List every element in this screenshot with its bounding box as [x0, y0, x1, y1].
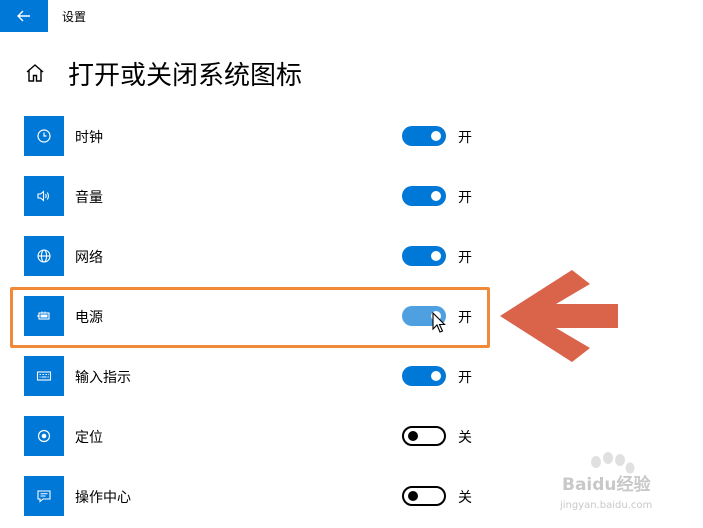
toggle-knob — [431, 251, 441, 261]
toggle-state: 开 — [458, 250, 472, 266]
setting-label: 网络 — [75, 250, 103, 266]
clock-toggle[interactable] — [402, 126, 446, 146]
window-title: 设置 — [62, 10, 87, 24]
highlight-box — [10, 287, 490, 348]
title-bar: 设置 — [0, 0, 703, 32]
volume-icon — [24, 176, 64, 216]
setting-label: 输入指示 — [75, 370, 131, 386]
setting-label: 时钟 — [75, 130, 103, 146]
annotation-arrow-icon — [500, 270, 618, 362]
toggle-knob — [408, 431, 418, 441]
keyboard-icon — [24, 356, 64, 396]
input-indicator-toggle[interactable] — [402, 366, 446, 386]
toggle-state: 关 — [458, 490, 472, 506]
toggle-knob — [431, 191, 441, 201]
action-center-icon — [24, 476, 64, 516]
toggle-knob — [431, 131, 441, 141]
setting-row-volume: 音量 开 — [24, 176, 484, 216]
toggle-state: 开 — [458, 190, 472, 206]
toggle-state: 关 — [458, 430, 472, 446]
setting-row-location: 定位 关 — [24, 416, 484, 456]
watermark-url: jingyan.baidu.com — [560, 500, 653, 511]
setting-label: 操作中心 — [75, 490, 131, 506]
toggle-knob — [431, 371, 441, 381]
settings-page: 设置 打开或关闭系统图标 时钟 开 音量 开 网络 开 电源 开 输入指示 开 … — [0, 0, 703, 528]
toggle-knob — [408, 491, 418, 501]
setting-row-action-center: 操作中心 关 — [24, 476, 484, 516]
page-title: 打开或关闭系统图标 — [68, 61, 303, 91]
network-toggle[interactable] — [402, 246, 446, 266]
action-center-toggle[interactable] — [402, 486, 446, 506]
setting-row-input-indicator: 输入指示 开 — [24, 356, 484, 396]
home-icon[interactable] — [24, 62, 46, 84]
setting-label: 定位 — [75, 430, 103, 446]
setting-row-clock: 时钟 开 — [24, 116, 484, 156]
clock-icon — [24, 116, 64, 156]
setting-row-network: 网络 开 — [24, 236, 484, 276]
toggle-state: 开 — [458, 130, 472, 146]
back-button[interactable] — [0, 0, 48, 32]
setting-label: 音量 — [75, 190, 103, 206]
location-toggle[interactable] — [402, 426, 446, 446]
mouse-cursor-icon — [432, 312, 446, 333]
watermark-brand: Baidu经验 — [562, 475, 651, 495]
back-arrow-icon — [17, 10, 30, 22]
location-icon — [24, 416, 64, 456]
volume-toggle[interactable] — [402, 186, 446, 206]
globe-icon — [24, 236, 64, 276]
toggle-state: 开 — [458, 370, 472, 386]
